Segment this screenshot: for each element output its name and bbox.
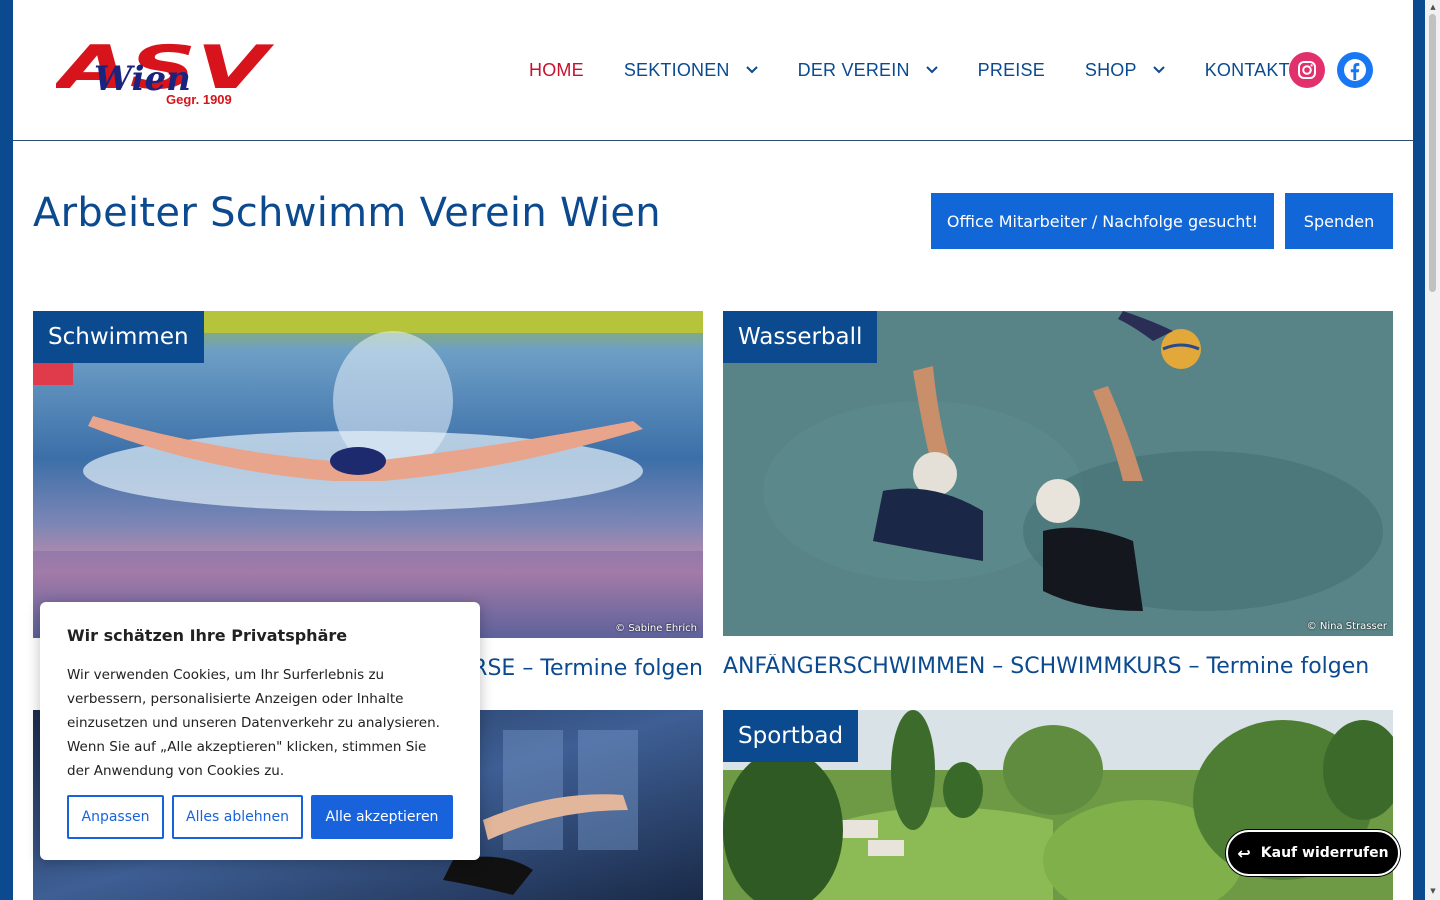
cookie-accept-button[interactable]: Alle akzeptieren (311, 795, 453, 839)
photo-credit: © Nina Strasser (1306, 621, 1387, 632)
nav-item-label: KONTAKT (1204, 59, 1290, 80)
main-nav: HOME SEKTIONEN DER VEREIN PREISE SHOP KO… (529, 0, 1330, 140)
nav-item-home[interactable]: HOME (529, 60, 584, 81)
scroll-up-arrow-icon[interactable]: ▲ (1428, 2, 1438, 12)
cookie-description: Wir verwenden Cookies, um Ihr Surferlebn… (67, 667, 440, 779)
wasserball-card-image[interactable]: Wasserball © Nina Strasser (723, 311, 1393, 636)
revoke-label: Kauf widerrufen (1260, 845, 1389, 861)
cookie-actions: Anpassen Alles ablehnen Alle akzeptieren (67, 795, 461, 839)
cookie-reject-button[interactable]: Alles ablehnen (172, 795, 303, 839)
page-title: Arbeiter Schwimm Verein Wien (33, 190, 661, 236)
schwimmen-card-image[interactable]: Schwimmen © Sabine Ehrich (33, 311, 703, 638)
nav-item-label: HOME (529, 59, 584, 80)
scroll-down-arrow-icon[interactable]: ▼ (1428, 886, 1438, 896)
cookie-title: Wir schätzen Ihre Privatsphäre (67, 626, 348, 645)
card-label[interactable]: Sportbad (723, 710, 859, 762)
return-arrow-icon: ↩ (1237, 843, 1251, 863)
cookie-customize-button[interactable]: Anpassen (67, 795, 164, 839)
asv-logo[interactable]: ASV Wien Gegr. 1909 (56, 30, 276, 110)
donate-button[interactable]: Spenden (1285, 193, 1393, 249)
revoke-purchase-button[interactable]: ↩ Kauf widerrufen (1226, 830, 1400, 876)
instagram-link[interactable] (1289, 52, 1325, 88)
office-job-button[interactable]: Office Mitarbeiter / Nachfolge gesucht! (931, 193, 1274, 249)
facebook-link[interactable] (1337, 52, 1373, 88)
nav-item-label: SHOP (1084, 59, 1137, 80)
card-label[interactable]: Schwimmen (33, 311, 204, 363)
chevron-down-icon[interactable] (745, 66, 758, 74)
page-frame-right (1413, 0, 1425, 900)
nav-item-der-verein[interactable]: DER VEREIN (798, 60, 938, 81)
photo-credit: © Sabine Ehrich (615, 623, 697, 634)
nav-item-preise[interactable]: PREISE (978, 60, 1045, 81)
nav-item-label: PREISE (977, 59, 1045, 80)
page-frame-left (0, 0, 13, 900)
nav-item-label: SEKTIONEN (623, 59, 730, 80)
nav-item-label: DER VEREIN (797, 59, 910, 80)
scrollbar-thumb[interactable] (1429, 14, 1436, 292)
card-label[interactable]: Wasserball (723, 311, 878, 363)
chevron-down-icon[interactable] (925, 66, 938, 74)
card-headline[interactable]: ANFÄNGERSCHWIMMEN – SCHWIMMKURS – Termin… (723, 654, 1393, 679)
chevron-down-icon[interactable] (1153, 66, 1165, 74)
nav-item-sektionen[interactable]: SEKTIONEN (624, 60, 758, 81)
logo-subtitle: Gegr. 1909 (166, 92, 232, 107)
site-header: ASV Wien Gegr. 1909 HOME SEKTIONEN DER V… (13, 0, 1413, 141)
cookie-consent-dialog: Wir schätzen Ihre Privatsphäre Wir verwe… (40, 602, 480, 860)
nav-item-kontakt[interactable]: KONTAKT (1205, 60, 1290, 81)
nav-item-shop[interactable]: SHOP (1085, 60, 1165, 81)
facebook-icon (1344, 59, 1366, 81)
instagram-icon (1298, 61, 1316, 79)
